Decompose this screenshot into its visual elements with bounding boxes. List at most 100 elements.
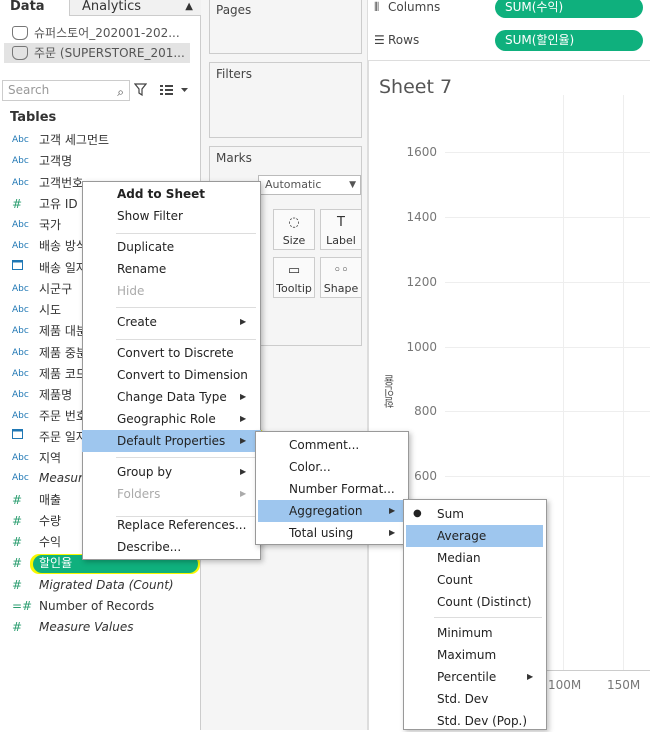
search-input[interactable]: Search ⌕ — [2, 80, 130, 101]
tooltip-label: Tooltip — [276, 282, 312, 295]
y-tick: 1000 — [406, 340, 437, 354]
menu-agg-minimum[interactable]: Minimum — [404, 622, 546, 644]
datasource-item-selected[interactable]: 주문 (SUPERSTORE_201... — [4, 43, 190, 63]
tab-data[interactable]: Data — [0, 0, 70, 16]
y-tick: 1400 — [406, 210, 437, 224]
menu-agg-sum[interactable]: ● Sum — [404, 503, 546, 525]
field-label: 수익 — [39, 535, 62, 549]
menu-agg-std-dev[interactable]: Std. Dev — [404, 688, 546, 710]
menu-label: Percentile — [437, 670, 497, 684]
menu-label: Rename — [117, 262, 167, 276]
menu-agg-average[interactable]: Average — [406, 525, 543, 547]
date-field-icon — [12, 258, 34, 279]
menu-label: Hide — [117, 284, 145, 298]
measure-field-icon: # — [12, 493, 23, 507]
database-icon — [12, 46, 28, 60]
field-item[interactable]: Abc 고객 세그먼트 — [0, 130, 200, 151]
dimension-field-icon: Abc — [12, 135, 29, 145]
menu-color[interactable]: Color... — [256, 456, 408, 478]
shape-button[interactable]: ◦◦ Shape — [320, 257, 362, 298]
menu-comment[interactable]: Comment... — [256, 434, 408, 456]
default-properties-submenu: Comment... Color... Number Format... Agg… — [255, 431, 409, 545]
field-item[interactable]: Abc 고객명 — [0, 151, 200, 172]
menu-agg-maximum[interactable]: Maximum — [404, 644, 546, 666]
menu-replace-references[interactable]: Replace References... — [82, 514, 261, 536]
menu-label: Std. Dev (Pop.) — [437, 714, 528, 728]
menu-duplicate[interactable]: Duplicate — [82, 236, 261, 258]
tab-analytics[interactable]: Analytics ▲ — [70, 0, 201, 16]
submenu-arrow-icon: ▶ — [240, 392, 247, 401]
measure-field-icon: # — [12, 556, 23, 570]
menu-default-properties[interactable]: Default Properties ▶ — [82, 430, 261, 452]
field-label: 배송 일자 — [39, 261, 87, 275]
field-label: 고객명 — [39, 154, 73, 168]
dimension-field-icon: Abc — [12, 453, 29, 463]
gridline — [445, 152, 650, 153]
filter-icon[interactable] — [133, 83, 148, 97]
menu-total-using[interactable]: Total using ▶ — [256, 522, 408, 544]
datasource-item[interactable]: 슈퍼스토어_202001-202... — [4, 23, 190, 43]
menu-agg-count-distinct[interactable]: Count (Distinct) — [404, 591, 546, 613]
menu-aggregation[interactable]: Aggregation ▶ — [258, 500, 405, 522]
menu-geographic-role[interactable]: Geographic Role ▶ — [82, 408, 261, 430]
field-label: 주문 일자 — [39, 430, 87, 444]
dimension-field-icon: Abc — [12, 473, 29, 483]
size-button[interactable]: ◌ Size — [273, 209, 315, 250]
tooltip-button[interactable]: ▭ Tooltip — [273, 257, 315, 298]
menu-convert-to-discrete[interactable]: Convert to Discrete — [82, 342, 261, 364]
datasource-label: 슈퍼스토어_202001-202... — [34, 26, 180, 40]
columns-icon: ⦀ — [374, 0, 380, 14]
view-options-icon[interactable] — [160, 83, 190, 97]
menu-agg-percentile[interactable]: Percentile ▶ — [404, 666, 546, 688]
size-icon: ◌ — [288, 215, 300, 230]
menu-change-data-type[interactable]: Change Data Type ▶ — [82, 386, 261, 408]
field-item[interactable]: # Migrated Data (Count) — [0, 575, 200, 596]
menu-agg-count[interactable]: Count — [404, 569, 546, 591]
menu-label: Sum — [437, 507, 464, 521]
dimension-field-icon: Abc — [12, 369, 29, 379]
marks-label: Marks — [216, 151, 252, 165]
menu-create[interactable]: Create ▶ — [82, 311, 261, 333]
menu-rename[interactable]: Rename — [82, 258, 261, 280]
pages-card[interactable]: Pages — [209, 0, 362, 54]
field-item[interactable]: =# Number of Records — [0, 596, 200, 617]
menu-label: Describe... — [117, 540, 182, 554]
collapse-arrow-icon[interactable]: ▲ — [185, 0, 193, 14]
menu-label: Convert to Discrete — [117, 346, 234, 360]
filters-card[interactable]: Filters — [209, 62, 362, 138]
menu-number-format[interactable]: Number Format... — [256, 478, 408, 500]
measure-field-icon: # — [12, 535, 23, 549]
menu-convert-to-dimension[interactable]: Convert to Dimension — [82, 364, 261, 386]
label-icon: T — [337, 215, 345, 230]
menu-agg-std-dev-pop[interactable]: Std. Dev (Pop.) — [404, 710, 546, 732]
menu-agg-median[interactable]: Median — [404, 547, 546, 569]
measure-field-icon: # — [12, 197, 23, 211]
field-label: 매출 — [39, 493, 62, 507]
database-icon — [12, 26, 28, 40]
dimension-field-icon: Abc — [12, 156, 29, 166]
dimension-field-icon: Abc — [12, 411, 29, 421]
menu-group-by[interactable]: Group by ▶ — [82, 461, 261, 483]
menu-label: Average — [437, 529, 487, 543]
mark-type-dropdown[interactable]: Automatic ▼ — [258, 175, 361, 195]
menu-label: Color... — [289, 460, 331, 474]
context-menu-items: Add to Sheet Show Filter Duplicate Renam… — [82, 181, 261, 560]
dimension-field-icon: Abc — [12, 390, 29, 400]
submenu-arrow-icon: ▶ — [240, 489, 247, 498]
rows-pill[interactable]: SUM(할인율) — [495, 30, 643, 51]
menu-label: Duplicate — [117, 240, 175, 254]
field-label: 고객 세그먼트 — [39, 133, 110, 147]
aggregation-submenu: ● Sum Average Median Count Count (Distinc… — [403, 499, 547, 730]
gridline — [445, 347, 650, 348]
field-item[interactable]: # Measure Values — [0, 617, 200, 638]
label-label: Label — [326, 234, 356, 247]
menu-label: Create — [117, 315, 157, 329]
menu-show-filter[interactable]: Show Filter — [82, 205, 261, 227]
label-button[interactable]: T Label — [320, 209, 362, 250]
menu-add-to-sheet[interactable]: Add to Sheet — [82, 183, 261, 205]
menu-describe[interactable]: Describe... — [82, 536, 261, 558]
rows-shelf-label: ☰ Rows — [368, 29, 495, 53]
columns-pill[interactable]: SUM(수익) — [495, 0, 643, 18]
y-tick: 1600 — [406, 145, 437, 159]
submenu-arrow-icon: ▶ — [389, 506, 396, 515]
